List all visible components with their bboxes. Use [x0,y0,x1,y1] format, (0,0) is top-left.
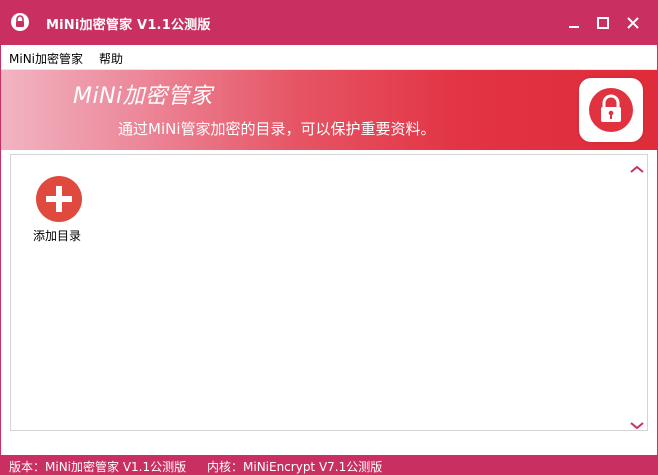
menu-item-help[interactable]: 帮助 [99,50,123,67]
chevron-up-icon[interactable] [629,159,645,173]
title-bar[interactable]: MiNi加密管家 V1.1公测版 [1,1,657,45]
banner-subtitle: 通过MiNi管家加密的目录，可以保护重要资料。 [118,120,436,138]
window-title: MiNi加密管家 V1.1公测版 [46,18,211,33]
padlock-icon [579,78,643,142]
menu-bar: MiNi加密管家 帮助 [1,45,657,70]
add-directory-button[interactable]: 添加目录 [33,175,85,247]
banner-title: MiNi加密管家 [73,84,213,109]
app-window: MiNi加密管家 V1.1公测版 MiNi加密管家 帮助 MiNi加密管家 通过… [0,0,658,475]
chevron-down-icon[interactable] [629,416,645,430]
plus-circle-icon [33,175,85,223]
menu-item-app[interactable]: MiNi加密管家 [9,50,83,67]
close-icon[interactable] [621,11,645,35]
header-banner: MiNi加密管家 通过MiNi管家加密的目录，可以保护重要资料。 [1,70,657,150]
directory-panel[interactable]: 添加目录 [10,154,648,431]
maximize-icon[interactable] [591,11,615,35]
version-text: 版本：MiNi加密管家 V1.1公测版 [9,460,187,474]
minimize-icon[interactable] [562,11,586,35]
lock-icon [10,12,30,32]
kernel-text: 内核：MiNiEncrypt V7.1公测版 [207,460,383,474]
status-bar: 版本：MiNi加密管家 V1.1公测版 内核：MiNiEncrypt V7.1公… [1,455,657,474]
add-directory-label: 添加目录 [32,229,81,243]
